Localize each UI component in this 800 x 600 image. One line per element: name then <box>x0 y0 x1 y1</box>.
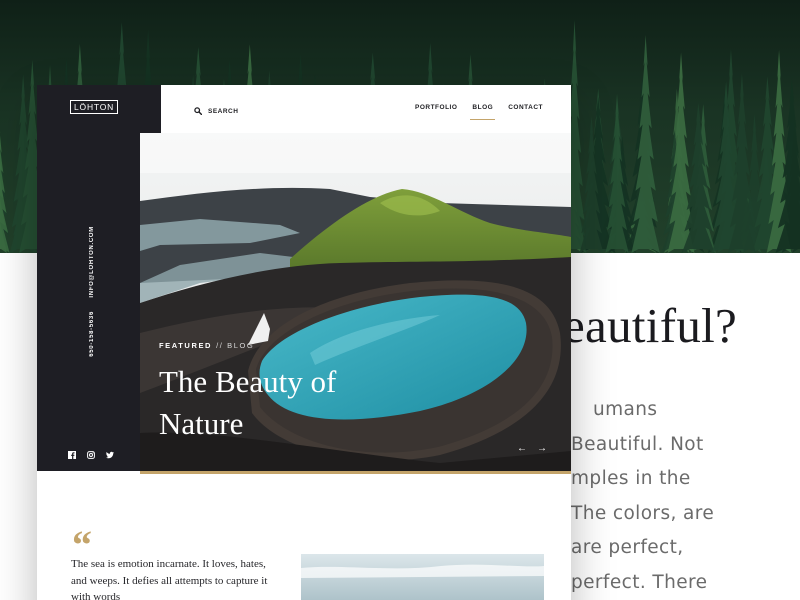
background-article-line: are perfect, <box>571 537 684 558</box>
slider-controls: ← → <box>517 443 547 454</box>
website-mockup-card: LÖHTON INFO@LOHTON.COM 650-158-5636 SEAR… <box>37 85 571 600</box>
logo[interactable]: LÖHTON <box>70 100 119 114</box>
featured-label: FEATURED <box>159 341 213 350</box>
background-article: eautiful? umans Beautiful. Not mples in … <box>571 253 800 600</box>
nav-item-blog[interactable]: BLOG <box>470 104 495 120</box>
background-article-line: Beautiful. Not <box>571 433 704 455</box>
search-label: SEARCH <box>208 107 239 115</box>
article-thumbnail-image[interactable] <box>301 554 544 600</box>
nav-item-portfolio[interactable]: PORTFOLIO <box>415 104 457 114</box>
nav-item-contact[interactable]: CONTACT <box>508 104 543 114</box>
sidebar-email[interactable]: INFO@LOHTON.COM <box>89 226 95 298</box>
arrow-right-icon[interactable]: → <box>537 443 547 454</box>
twitter-icon[interactable] <box>106 446 114 459</box>
hero-kicker: FEATURED// BLOG <box>159 341 254 350</box>
facebook-icon[interactable] <box>68 446 76 459</box>
category-link[interactable]: // BLOG <box>216 341 254 350</box>
background-article-line: mples in the <box>571 468 691 489</box>
search-icon <box>194 102 203 120</box>
top-navigation-bar: SEARCH PORTFOLIO BLOG CONTACT <box>161 85 571 135</box>
background-article-line: umans <box>593 399 658 420</box>
search-button[interactable]: SEARCH <box>194 102 238 120</box>
article-excerpt: The sea is emotion incarnate. It loves, … <box>71 558 268 600</box>
social-links <box>68 446 114 459</box>
background-article-line: perfect. There <box>571 571 708 593</box>
hero-title[interactable]: The Beauty of Nature <box>159 361 419 445</box>
hero-accent-line <box>140 471 571 474</box>
main-nav: PORTFOLIO BLOG CONTACT <box>415 104 543 120</box>
instagram-icon[interactable] <box>87 446 95 459</box>
sidebar-phone[interactable]: 650-158-5636 <box>89 311 95 357</box>
arrow-left-icon[interactable]: ← <box>517 443 527 454</box>
background-article-line: The colors, are <box>571 502 715 524</box>
background-article-text: umans Beautiful. Not mples in the The co… <box>571 393 714 600</box>
background-article-heading: eautiful? <box>571 298 738 353</box>
